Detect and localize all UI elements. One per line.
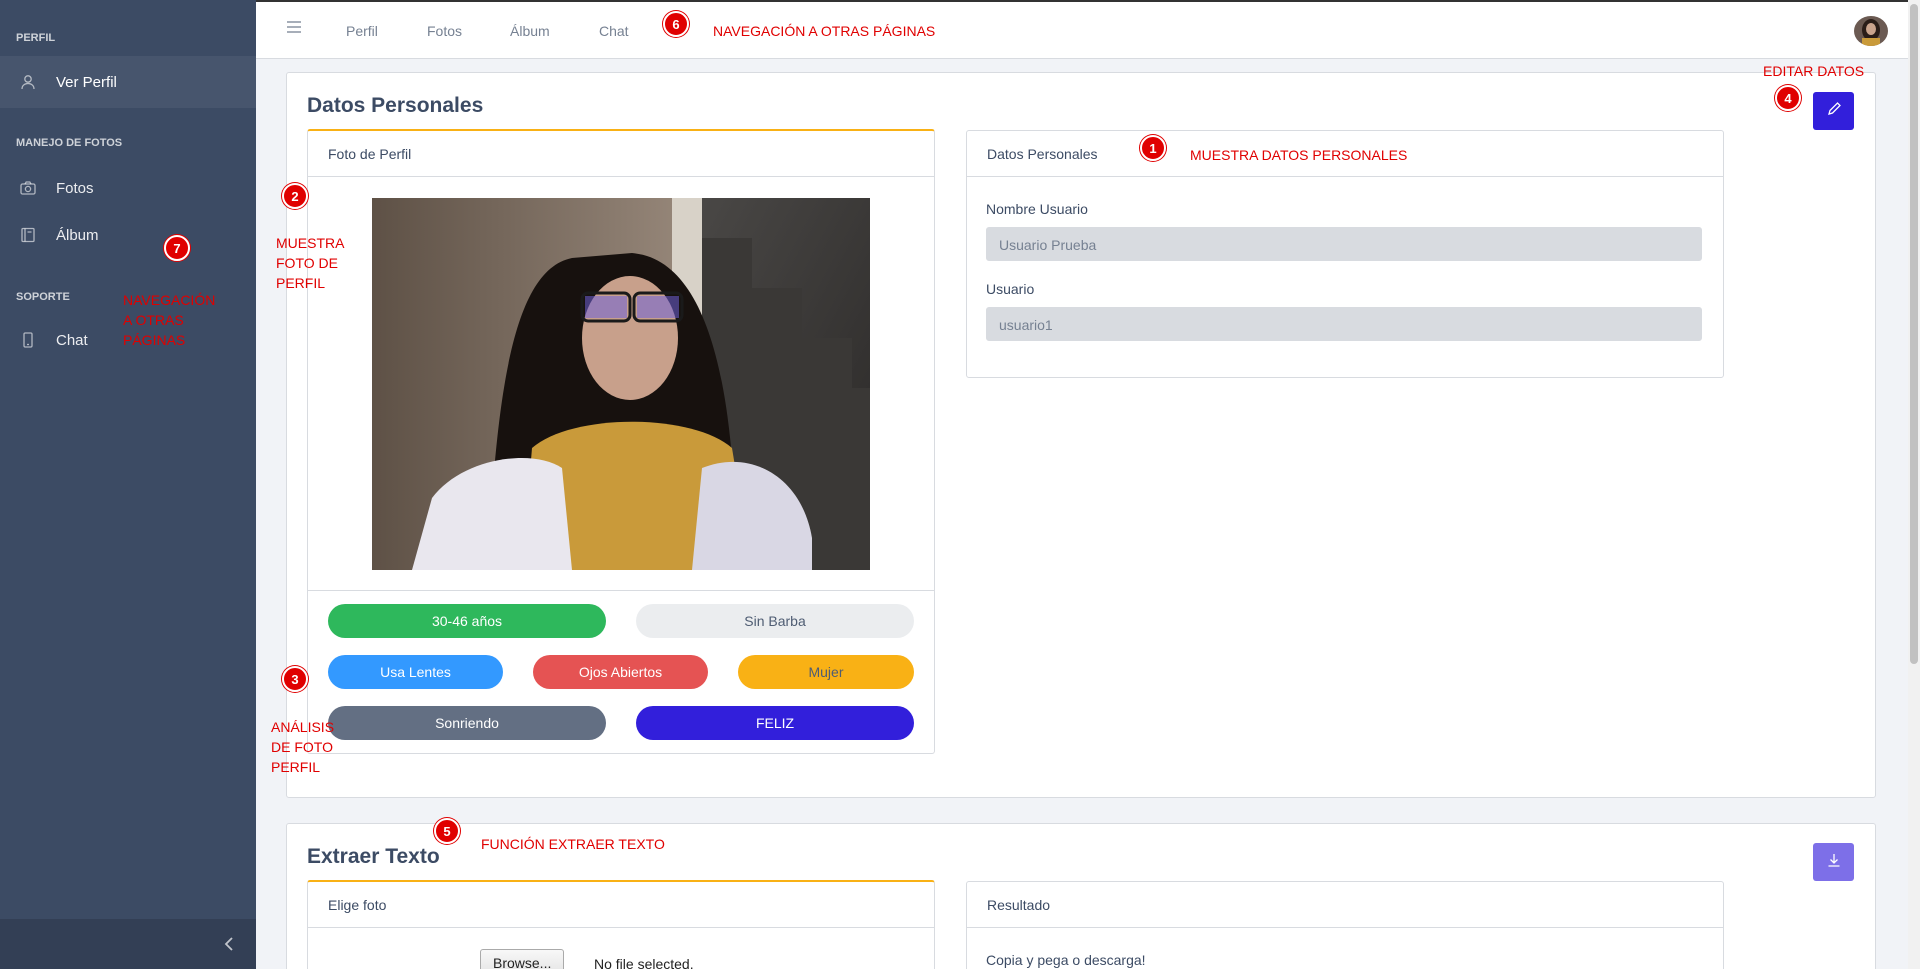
annotation-marker-5: 5 — [434, 818, 460, 844]
result-text: Copia y pega o descarga! — [986, 952, 1146, 968]
nav-link-album[interactable]: Álbum — [510, 23, 550, 39]
glasses-badge: Usa Lentes — [328, 655, 503, 689]
annotation-label-1: MUESTRA DATOS PERSONALES — [1190, 147, 1408, 163]
pencil-icon — [1826, 101, 1842, 122]
sidebar-item-fotos[interactable]: Fotos — [0, 162, 256, 214]
annotation-label-3: ANÁLISIS DE FOTO PERFIL — [271, 719, 335, 775]
page-scrollbar[interactable] — [1908, 0, 1920, 969]
sidebar-item-label: Álbum — [56, 226, 99, 244]
scrollbar-thumb[interactable] — [1910, 4, 1918, 664]
edit-data-button[interactable] — [1813, 92, 1854, 130]
avatar[interactable] — [1854, 16, 1888, 46]
gender-badge: Mujer — [738, 655, 914, 689]
nav-link-chat[interactable]: Chat — [599, 23, 629, 39]
download-icon — [1826, 852, 1842, 873]
sidebar-item-ver-perfil[interactable]: Ver Perfil — [0, 56, 256, 108]
page-title: Datos Personales — [307, 94, 484, 117]
emotion-badge: FELIZ — [636, 706, 914, 740]
sidebar-item-label: Chat — [56, 331, 88, 349]
card-header: Foto de Perfil — [308, 131, 934, 177]
annotation-label-7: NAVEGACIÓN A OTRAS PÁGINAS — [123, 292, 216, 348]
chevron-left-icon[interactable] — [218, 933, 240, 955]
phone-icon — [20, 332, 36, 348]
annotation-label-5: FUNCIÓN EXTRAER TEXTO — [481, 836, 665, 852]
sidebar-section-manejo-fotos: MANEJO DE FOTOS — [16, 137, 123, 149]
annotation-marker-2: 2 — [282, 183, 308, 209]
sidebar-section-perfil: PERFIL — [16, 32, 56, 44]
sidebar-item-label: Fotos — [56, 179, 94, 197]
extract-title: Extraer Texto — [307, 845, 440, 868]
annotation-marker-4: 4 — [1775, 85, 1801, 111]
sidebar: PERFIL Ver Perfil MANEJO DE FOTOS Fotos … — [0, 0, 256, 969]
username-field-label: Usuario — [986, 281, 1035, 297]
download-button[interactable] — [1813, 843, 1854, 881]
browse-button[interactable]: Browse... — [480, 949, 565, 969]
file-status: No file selected. — [594, 956, 694, 969]
sidebar-section-soporte: SOPORTE — [16, 291, 70, 303]
sidebar-item-album[interactable]: Álbum — [0, 209, 256, 261]
user-icon — [20, 74, 36, 90]
annotation-marker-7: 7 — [164, 235, 190, 261]
book-icon — [20, 227, 36, 243]
annotation-marker-3: 3 — [282, 666, 308, 692]
nav-link-fotos[interactable]: Fotos — [427, 23, 462, 39]
annotation-marker-1: 1 — [1140, 135, 1166, 161]
sidebar-footer — [0, 919, 256, 969]
beard-badge: Sin Barba — [636, 604, 914, 638]
annotation-label-2: MUESTRA FOTO DE PERFIL — [276, 235, 344, 291]
divider — [308, 590, 934, 591]
name-field[interactable]: Usuario Prueba — [986, 227, 1702, 261]
username-field[interactable]: usuario1 — [986, 307, 1702, 341]
card-header: Resultado — [967, 882, 1723, 928]
annotation-marker-6: 6 — [663, 11, 689, 37]
nav-link-perfil[interactable]: Perfil — [346, 23, 378, 39]
sidebar-item-label: Ver Perfil — [56, 73, 117, 91]
name-field-label: Nombre Usuario — [986, 201, 1088, 217]
camera-icon — [20, 180, 36, 196]
smile-badge: Sonriendo — [328, 706, 606, 740]
hamburger-menu-icon[interactable] — [286, 20, 306, 40]
annotation-label-4: EDITAR DATOS — [1763, 63, 1865, 79]
eyes-badge: Ojos Abiertos — [533, 655, 708, 689]
age-badge: 30-46 años — [328, 604, 606, 638]
top-header: Perfil Fotos Álbum Chat — [256, 0, 1908, 59]
annotation-label-6: NAVEGACIÓN A OTRAS PÁGINAS — [713, 23, 936, 39]
card-header: Elige foto — [308, 882, 934, 928]
profile-photo — [372, 198, 870, 570]
